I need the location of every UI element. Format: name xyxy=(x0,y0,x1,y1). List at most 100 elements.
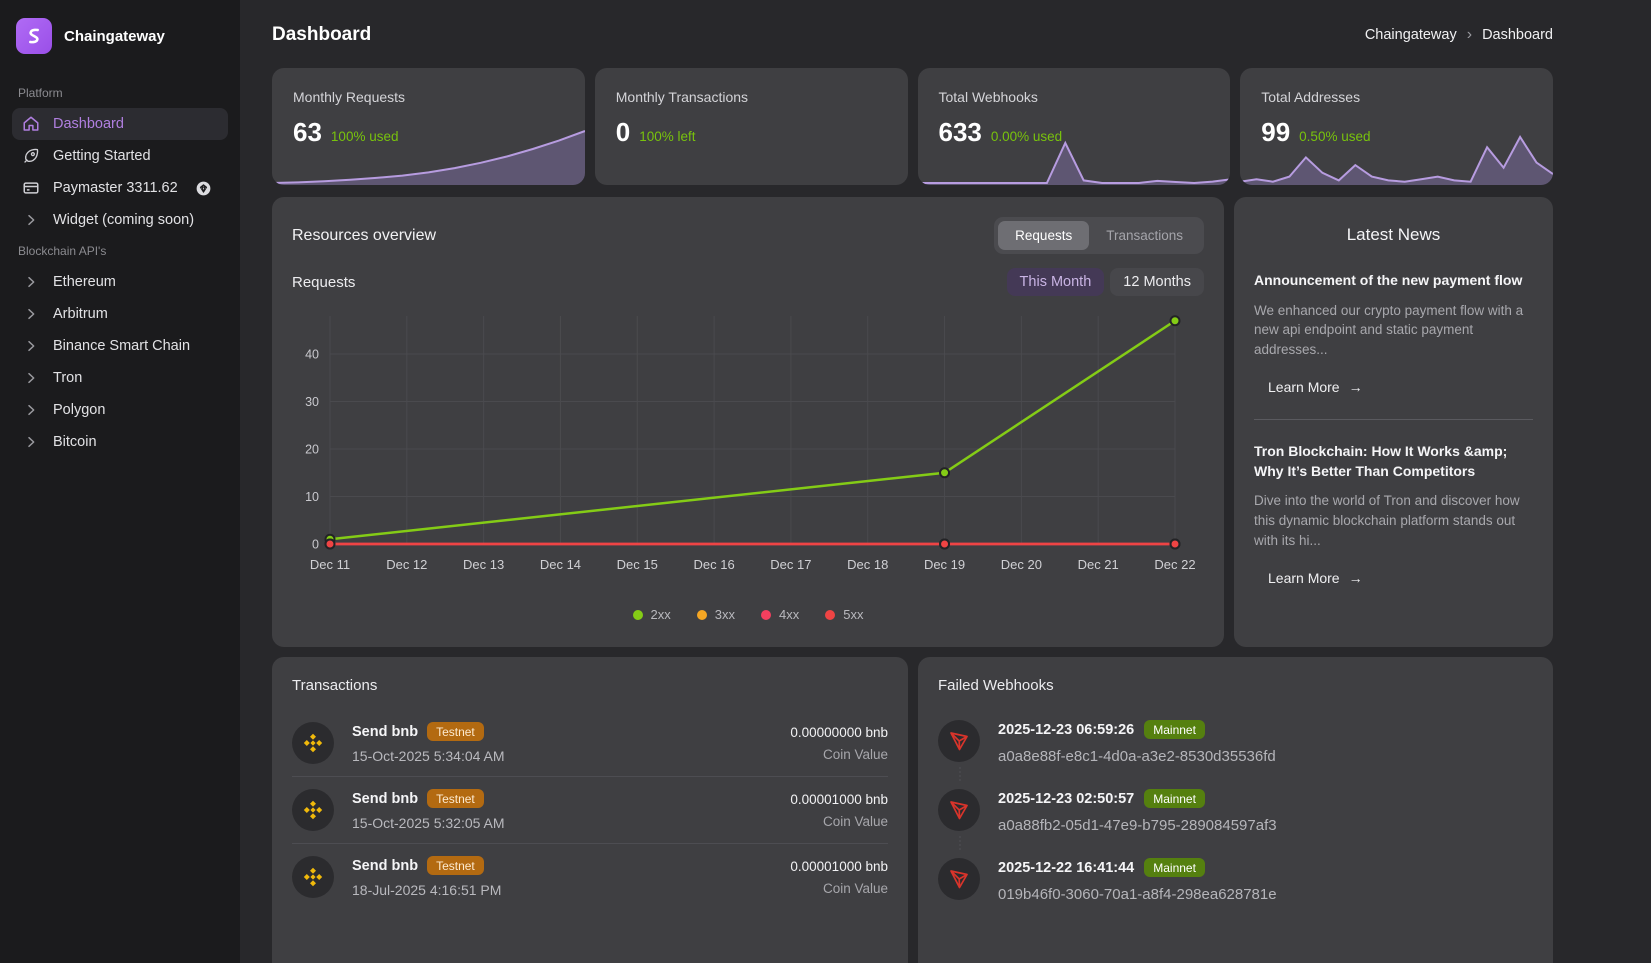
svg-text:Dec 16: Dec 16 xyxy=(693,557,734,572)
legend-item-3xx[interactable]: 3xx xyxy=(697,607,735,622)
tx-amount: 0.00001000 bnb xyxy=(790,792,888,807)
chevron-right-icon xyxy=(22,433,40,451)
legend-item-5xx[interactable]: 5xx xyxy=(825,607,863,622)
webhooks-title: Failed Webhooks xyxy=(938,677,1533,694)
webhook-id: a0a8e88f-e8c1-4d0a-a3e2-8530d35536fd xyxy=(998,748,1533,765)
article-body: Dive into the world of Tron and discover… xyxy=(1254,491,1533,550)
sidebar-item-label: Bitcoin xyxy=(53,434,97,450)
svg-text:Dec 15: Dec 15 xyxy=(617,557,658,572)
webhook-network-badge: Mainnet xyxy=(1144,720,1205,739)
breadcrumb-chaingateway[interactable]: Chaingateway xyxy=(1365,27,1457,43)
sidebar-item-dashboard[interactable]: Dashboard xyxy=(12,108,228,140)
transaction-row[interactable]: Send bnb Testnet 15-Oct-2025 5:32:05 AM … xyxy=(292,777,888,844)
legend-item-2xx[interactable]: 2xx xyxy=(633,607,671,622)
arrow-right-icon: → xyxy=(1349,379,1363,395)
stat-label: Monthly Transactions xyxy=(616,89,887,105)
webhook-timestamp: 2025-12-23 06:59:26 xyxy=(998,722,1134,738)
sidebar-item-paymaster[interactable]: Paymaster 3311.62 xyxy=(12,172,228,204)
rocket-icon xyxy=(22,147,40,165)
svg-text:40: 40 xyxy=(305,348,319,362)
tab-requests[interactable]: Requests xyxy=(998,221,1089,250)
sidebar-item-label: Ethereum xyxy=(53,274,116,290)
requests-chart: Dec 11Dec 12Dec 13Dec 14Dec 15Dec 16Dec … xyxy=(294,310,1206,578)
tx-amount: 0.00001000 bnb xyxy=(790,859,888,874)
tab-transactions[interactable]: Transactions xyxy=(1089,221,1200,250)
stat-label: Total Addresses xyxy=(1261,89,1532,105)
chevron-right-icon xyxy=(22,305,40,323)
webhook-timestamp: 2025-12-23 02:50:57 xyxy=(998,791,1134,807)
transaction-row[interactable]: Send bnb Testnet 18-Jul-2025 4:16:51 PM … xyxy=(292,844,888,910)
sparkline-chart xyxy=(272,127,585,185)
transaction-row[interactable]: Send bnb Testnet 15-Oct-2025 5:34:04 AM … xyxy=(292,710,888,777)
sidebar-item-label: Arbitrum xyxy=(53,306,108,322)
sidebar-section-platform: Platform xyxy=(12,78,228,108)
chevron-right-icon xyxy=(22,337,40,355)
sidebar-item-tron[interactable]: Tron xyxy=(12,362,228,394)
sidebar-item-label: Dashboard xyxy=(53,116,124,132)
webhook-id: 019b46f0-3060-70a1-a8f4-298ea628781e xyxy=(998,886,1533,903)
sidebar-item-arbitrum[interactable]: Arbitrum xyxy=(12,298,228,330)
app-title: Chaingateway xyxy=(64,28,165,45)
chevron-right-icon: › xyxy=(1467,27,1472,43)
tron-icon xyxy=(938,720,980,762)
chart-legend: 2xx 3xx 4xx 5xx xyxy=(292,607,1204,622)
stat-card-total-addresses: Total Addresses 99 0.50% used xyxy=(1240,68,1553,185)
tx-network-badge: Testnet xyxy=(427,856,484,875)
sidebar-item-label: Binance Smart Chain xyxy=(53,338,190,354)
stat-label: Total Webhooks xyxy=(939,89,1210,105)
tron-icon xyxy=(938,858,980,900)
legend-dot-3xx xyxy=(697,610,707,620)
chart-subtitle: Requests xyxy=(292,274,355,291)
breadcrumb-dashboard: Dashboard xyxy=(1482,27,1553,43)
tx-date: 15-Oct-2025 5:32:05 AM xyxy=(352,815,772,831)
stat-card-monthly-transactions: Monthly Transactions 0 100% left xyxy=(595,68,908,185)
sidebar-item-bitcoin[interactable]: Bitcoin xyxy=(12,426,228,458)
range-this-month[interactable]: This Month xyxy=(1007,268,1105,296)
sidebar-item-polygon[interactable]: Polygon xyxy=(12,394,228,426)
sidebar-item-label: Getting Started xyxy=(53,148,151,164)
tx-date: 15-Oct-2025 5:34:04 AM xyxy=(352,748,772,764)
range-12-months[interactable]: 12 Months xyxy=(1110,268,1204,296)
article-title: Tron Blockchain: How It Works &amp; Why … xyxy=(1254,442,1533,481)
legend-item-4xx[interactable]: 4xx xyxy=(761,607,799,622)
webhook-row[interactable]: 2025-12-22 16:41:44 Mainnet 019b46f0-306… xyxy=(938,848,1533,917)
webhook-timestamp: 2025-12-22 16:41:44 xyxy=(998,860,1134,876)
webhook-network-badge: Mainnet xyxy=(1144,858,1205,877)
tx-amount-label: Coin Value xyxy=(790,747,888,762)
stats-row: Monthly Requests 63 100% used Monthly Tr… xyxy=(272,68,1553,185)
legend-dot-5xx xyxy=(825,610,835,620)
webhook-id: a0a88fb2-05d1-47e9-b795-289084597af3 xyxy=(998,817,1533,834)
sidebar-item-label: Paymaster 3311.62 xyxy=(53,180,178,196)
webhook-row[interactable]: 2025-12-23 06:59:26 Mainnet a0a8e88f-e8c… xyxy=(938,710,1533,779)
tx-date: 18-Jul-2025 4:16:51 PM xyxy=(352,882,772,898)
chevron-right-icon xyxy=(22,273,40,291)
bnb-icon xyxy=(292,856,334,898)
svg-text:0: 0 xyxy=(312,538,319,552)
svg-text:Dec 14: Dec 14 xyxy=(540,557,581,572)
stat-card-monthly-requests: Monthly Requests 63 100% used xyxy=(272,68,585,185)
sparkline-chart xyxy=(595,127,908,185)
sparkline-chart xyxy=(918,139,1231,185)
chaingateway-logo-icon xyxy=(16,18,52,54)
svg-text:Dec 22: Dec 22 xyxy=(1154,557,1195,572)
tx-network-badge: Testnet xyxy=(427,789,484,808)
svg-text:Dec 12: Dec 12 xyxy=(386,557,427,572)
bnb-icon xyxy=(292,722,334,764)
tx-action: Send bnb xyxy=(352,724,418,740)
article-title: Announcement of the new payment flow xyxy=(1254,271,1533,291)
logo[interactable]: Chaingateway xyxy=(12,12,228,64)
sidebar-item-ethereum[interactable]: Ethereum xyxy=(12,266,228,298)
sidebar-item-label: Tron xyxy=(53,370,82,386)
page-title: Dashboard xyxy=(272,24,371,46)
learn-more-link[interactable]: Learn More → xyxy=(1268,379,1363,395)
tx-action: Send bnb xyxy=(352,791,418,807)
sidebar-item-binance-smart-chain[interactable]: Binance Smart Chain xyxy=(12,330,228,362)
tx-network-badge: Testnet xyxy=(427,722,484,741)
svg-text:Dec 13: Dec 13 xyxy=(463,557,504,572)
learn-more-link[interactable]: Learn More → xyxy=(1268,570,1363,586)
webhook-row[interactable]: 2025-12-23 02:50:57 Mainnet a0a88fb2-05d… xyxy=(938,779,1533,848)
sidebar-item-widget[interactable]: Widget (coming soon) xyxy=(12,204,228,236)
tx-amount-label: Coin Value xyxy=(790,881,888,896)
sidebar-item-getting-started[interactable]: Getting Started xyxy=(12,140,228,172)
svg-text:Dec 19: Dec 19 xyxy=(924,557,965,572)
